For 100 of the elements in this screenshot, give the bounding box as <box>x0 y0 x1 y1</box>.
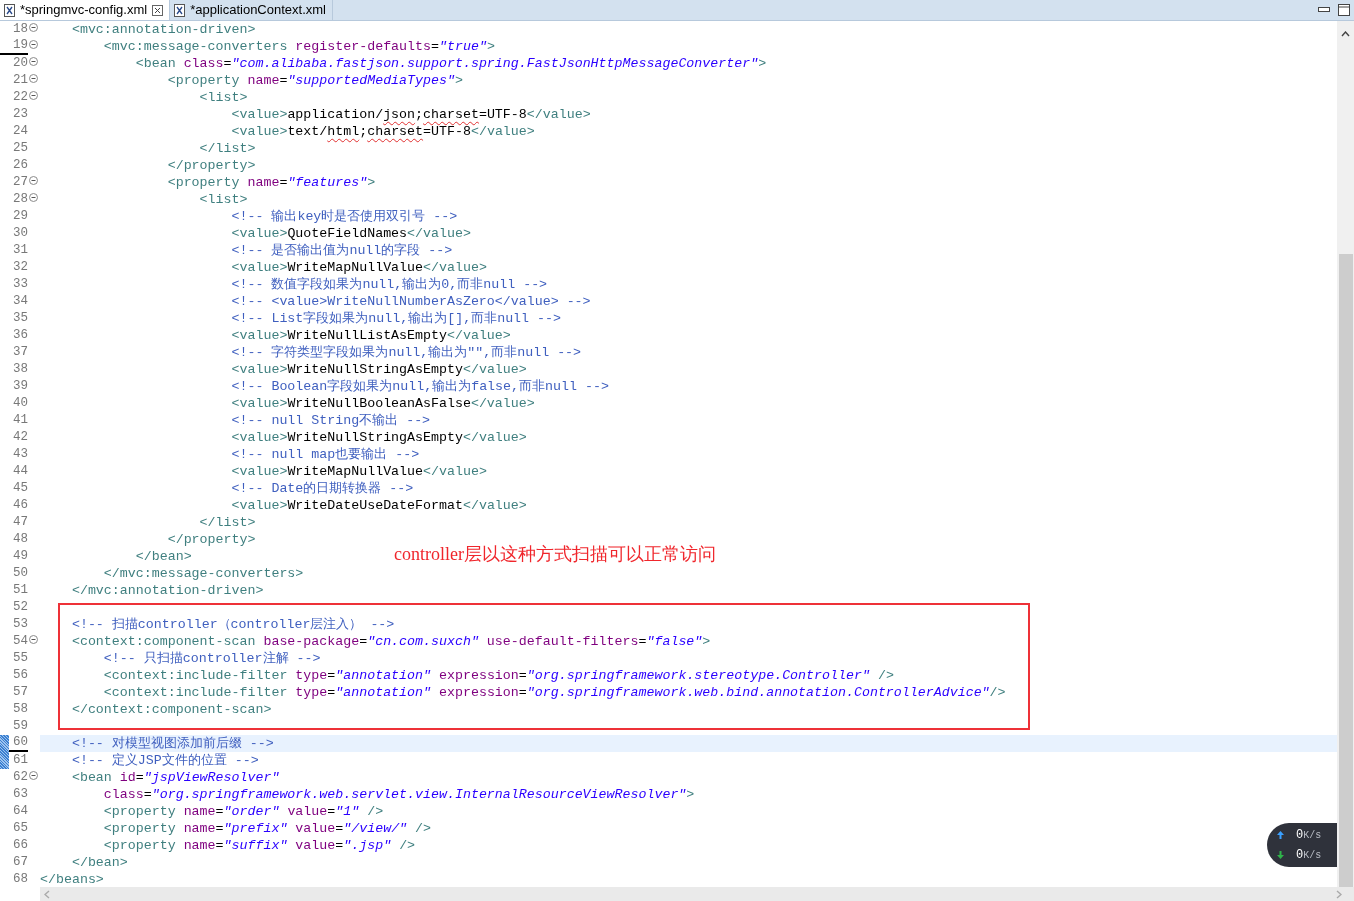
horizontal-scrollbar[interactable] <box>40 887 1354 901</box>
line-number: 62 <box>12 770 28 785</box>
code-line: </mvc:annotation-driven> <box>70 582 264 599</box>
line-number: 68 <box>12 872 28 887</box>
line-number: 56 <box>12 668 28 683</box>
line-number: 45 <box>12 481 28 496</box>
line-number: 42 <box>12 430 28 445</box>
code-line: <value>WriteDateUseDateFormat</value> <box>230 497 527 514</box>
collapse-icon[interactable] <box>29 771 38 780</box>
line-number: 21 <box>12 73 28 88</box>
maximize-icon[interactable] <box>1338 4 1350 16</box>
code-line: <!-- 对模型视图添加前后缀 --> <box>70 735 274 752</box>
code-line: <!-- 扫描controller（controller层注入） --> <box>70 616 395 633</box>
code-line: <!-- 数值字段如果为null,输出为0,而非null --> <box>230 276 548 293</box>
code-line: <property name="suffix" value=".jsp" /> <box>102 837 416 854</box>
code-line: </bean> <box>134 548 192 565</box>
code-line: <list> <box>198 191 248 208</box>
code-line: <value>WriteMapNullValue</value> <box>230 463 487 480</box>
code-line: <property name="supportedMediaTypes"> <box>166 72 463 89</box>
line-number: 50 <box>12 566 28 581</box>
line-number: 39 <box>12 379 28 394</box>
code-line: <property name="prefix" value="/view/" /> <box>102 820 432 837</box>
code-line: <property name="features"> <box>166 174 376 191</box>
code-line: <bean id="jspViewResolver" <box>70 769 280 786</box>
line-number: 20 <box>12 56 28 71</box>
line-number: 57 <box>12 685 28 700</box>
code-line: <!-- 是否输出值为null的字段 --> <box>230 242 453 259</box>
scroll-right-icon <box>1336 889 1342 899</box>
code-line: <value>text/html;charset=UTF-8</value> <box>230 123 535 140</box>
line-number: 53 <box>12 617 28 632</box>
line-number: 36 <box>12 328 28 343</box>
collapse-icon[interactable] <box>29 193 38 202</box>
line-number: 55 <box>12 651 28 666</box>
code-line: <!-- List字段如果为null,输出为[],而非null --> <box>230 310 561 327</box>
code-line: class="org.springframework.web.servlet.view.InternalResourceViewResolver"> <box>102 786 695 803</box>
line-number: 24 <box>12 124 28 139</box>
collapse-icon[interactable] <box>29 74 38 83</box>
line-number: 33 <box>12 277 28 292</box>
code-line: </beans> <box>40 871 104 887</box>
code-line: <mvc:message-converters register-defaults="true"> <box>102 38 495 55</box>
speed-reading: 0K/s <box>1296 827 1322 844</box>
line-number: 64 <box>12 804 28 819</box>
code-line: <bean class="com.alibaba.fastjson.support.spring.FastJsonHttpMessageConverter"> <box>134 55 767 72</box>
line-number: 40 <box>12 396 28 411</box>
line-number: 46 <box>12 498 28 513</box>
code-line: <!-- <value>WriteNullNumberAsZero</value> --> <box>230 293 591 310</box>
collapse-icon[interactable] <box>29 91 38 100</box>
line-number: 37 <box>12 345 28 360</box>
collapse-icon[interactable] <box>29 57 38 66</box>
code-line: <context:component-scan base-package="cn.com.suxch" use-default-filters="false"> <box>70 633 711 650</box>
line-number: 58 <box>12 702 28 717</box>
line-number: 49 <box>12 549 28 564</box>
code-line: </list> <box>198 140 256 157</box>
line-number: 41 <box>12 413 28 428</box>
code-line: <value>WriteNullStringAsEmpty</value> <box>230 361 527 378</box>
code-line: <!-- Date的日期转换器 --> <box>230 480 414 497</box>
line-number: 61 <box>12 753 28 768</box>
editor-tab[interactable]: *springmvc-config.xml <box>0 0 171 20</box>
line-number: 27 <box>12 175 28 190</box>
line-number: 29 <box>12 209 28 224</box>
collapse-icon[interactable] <box>29 176 38 185</box>
code-line: </property> <box>166 157 256 174</box>
xml-file-icon <box>4 3 15 17</box>
line-number: 32 <box>12 260 28 275</box>
code-line: <!-- 字符类型字段如果为null,输出为"",而非null --> <box>230 344 582 361</box>
minimize-icon[interactable] <box>1318 7 1330 13</box>
close-icon[interactable] <box>152 4 164 16</box>
code-line: <value>WriteNullBooleanAsFalse</value> <box>230 395 535 412</box>
collapse-icon[interactable] <box>29 635 38 644</box>
line-number: 31 <box>12 243 28 258</box>
speed-reading: 0K/s <box>1296 847 1322 864</box>
code-line: <value>application/json;charset=UTF-8</value> <box>230 106 591 123</box>
code-line: <value>QuoteFieldNames</value> <box>230 225 471 242</box>
code-line: <context:include-filter type="annotation" expression="org.springframework.stereotype.Controller" /> <box>102 667 894 684</box>
collapse-icon[interactable] <box>29 40 38 49</box>
scroll-left-icon <box>44 889 50 899</box>
line-number: 48 <box>12 532 28 547</box>
code-line: <mvc:annotation-driven> <box>70 21 256 38</box>
code-line: </property> <box>166 531 256 548</box>
line-number: 34 <box>12 294 28 309</box>
code-line: <!-- null String不输出 --> <box>230 412 431 429</box>
editor-tab[interactable]: *applicationContext.xml <box>170 0 333 20</box>
vertical-scrollbar[interactable] <box>1337 21 1354 887</box>
line-number: 38 <box>12 362 28 377</box>
code-line: </list> <box>198 514 256 531</box>
down-arrow-icon <box>1277 851 1284 859</box>
up-arrow-icon <box>1277 831 1284 839</box>
collapse-icon[interactable] <box>29 23 38 32</box>
line-number: 23 <box>12 107 28 122</box>
line-number: 59 <box>12 719 28 734</box>
line-number: 51 <box>12 583 28 598</box>
scrollbar-thumb[interactable] <box>1339 254 1353 887</box>
line-number: 52 <box>12 600 28 615</box>
line-number: 65 <box>12 821 28 836</box>
line-number: 22 <box>12 90 28 105</box>
code-line: <value>WriteNullStringAsEmpty</value> <box>230 429 527 446</box>
annotation-text: controller层以这种方式扫描可以正常访问 <box>394 543 716 565</box>
line-number: 67 <box>12 855 28 870</box>
line-number: 35 <box>12 311 28 326</box>
code-line: </bean> <box>70 854 128 871</box>
